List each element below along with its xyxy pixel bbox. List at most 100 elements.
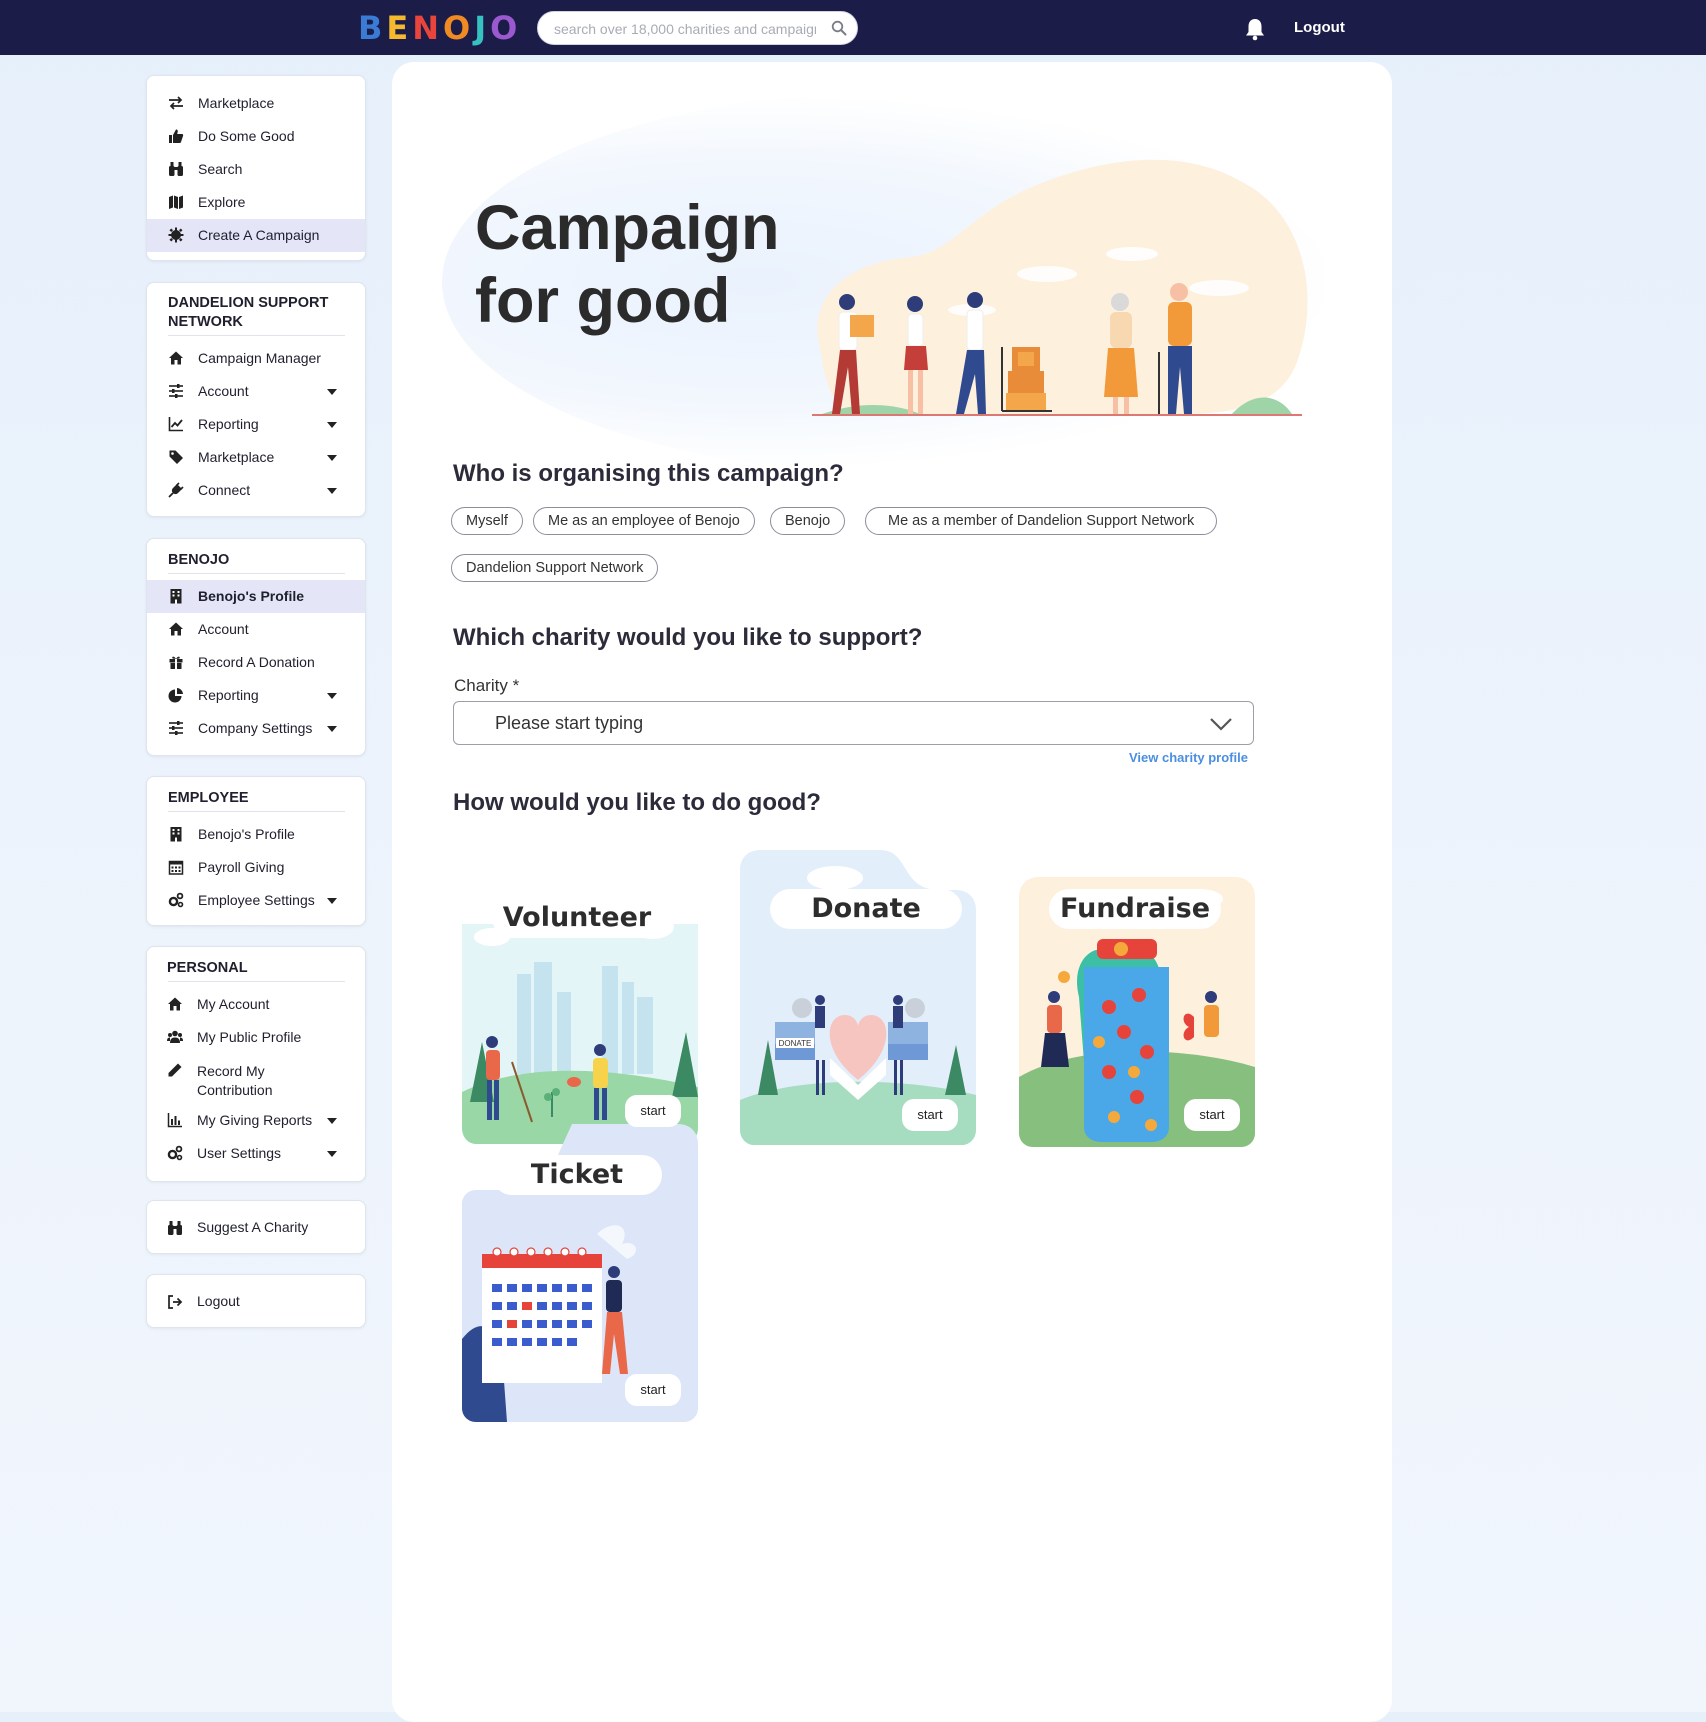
caret-down-icon[interactable] bbox=[327, 1118, 337, 1124]
nav-item-search[interactable]: Search bbox=[147, 153, 365, 186]
caret-down-icon[interactable] bbox=[327, 693, 337, 699]
benojo-logo[interactable]: BENOJO bbox=[358, 9, 521, 47]
sidebar-item-connect[interactable]: Connect bbox=[147, 474, 365, 507]
tile-title: Ticket bbox=[492, 1155, 662, 1195]
sidebar-item-company-settings[interactable]: Company Settings bbox=[147, 712, 365, 745]
logout-link[interactable]: Logout bbox=[1294, 19, 1345, 36]
organiser-chip-employee[interactable]: Me as an employee of Benojo bbox=[533, 507, 755, 535]
pencil-icon bbox=[168, 1063, 182, 1077]
pie-chart-icon bbox=[168, 688, 183, 703]
gift-icon bbox=[169, 656, 183, 669]
divider bbox=[168, 573, 345, 574]
charity-select[interactable]: Please start typing bbox=[453, 701, 1254, 745]
caret-down-icon[interactable] bbox=[327, 1151, 337, 1157]
charity-field-label: Charity * bbox=[454, 676, 520, 695]
sidebar-item-reporting[interactable]: Reporting bbox=[147, 408, 365, 441]
sidebar-item-my-giving-reports[interactable]: My Giving Reports bbox=[147, 1104, 365, 1137]
sidebar-item-label: Benojo's Profile bbox=[198, 826, 295, 842]
bell-icon[interactable] bbox=[1244, 17, 1266, 41]
building-icon bbox=[170, 589, 182, 604]
main-nav-card: Marketplace Do Some Good Search Explore … bbox=[146, 75, 366, 261]
caret-down-icon[interactable] bbox=[327, 455, 337, 461]
nav-item-label: Explore bbox=[198, 194, 246, 210]
chevron-down-icon[interactable] bbox=[1209, 714, 1233, 734]
tile-title: Donate bbox=[770, 889, 962, 929]
sidebar-item-label: My Account bbox=[197, 996, 270, 1012]
tag-icon bbox=[169, 450, 183, 464]
sidebar-item-reporting[interactable]: Reporting bbox=[147, 679, 365, 712]
nav-item-create-campaign[interactable]: Create A Campaign bbox=[147, 219, 365, 252]
cogs-icon bbox=[167, 1145, 183, 1161]
fundraise-tile[interactable]: Fundraise start bbox=[1019, 877, 1255, 1147]
organiser-chip-benojo[interactable]: Benojo bbox=[770, 507, 846, 535]
caret-down-icon[interactable] bbox=[327, 726, 337, 732]
benojo-card: BENOJO Benojo's Profile Account Record A… bbox=[146, 538, 366, 756]
sidebar-item-benojo-profile[interactable]: Benojo's Profile bbox=[147, 818, 365, 851]
nav-item-marketplace[interactable]: Marketplace bbox=[147, 87, 365, 120]
nav-item-do-some-good[interactable]: Do Some Good bbox=[147, 120, 365, 153]
start-button[interactable]: start bbox=[625, 1095, 681, 1127]
ticket-tile[interactable]: Ticket start bbox=[462, 1124, 698, 1422]
logout-label: Logout bbox=[197, 1293, 240, 1309]
donate-tile[interactable]: DONATE Donate start bbox=[740, 850, 976, 1145]
employee-card: EMPLOYEE Benojo's Profile Payroll Giving… bbox=[146, 776, 366, 926]
organiser-chip-member[interactable]: Me as a member of Dandelion Support Netw… bbox=[865, 507, 1218, 535]
logo-letter: B bbox=[358, 9, 387, 47]
suggest-charity-card[interactable]: Suggest A Charity bbox=[146, 1200, 366, 1254]
bar-chart-icon bbox=[167, 1113, 182, 1128]
tile-title: Volunteer bbox=[492, 898, 662, 938]
sidebar-item-record-contribution[interactable]: Record My Contribution bbox=[147, 1054, 365, 1104]
search-bar bbox=[537, 11, 858, 45]
card-title: BENOJO bbox=[168, 552, 230, 568]
start-button[interactable]: start bbox=[1184, 1099, 1240, 1131]
sidebar-item-label: Reporting bbox=[198, 687, 259, 703]
sidebar-item-campaign-manager[interactable]: Campaign Manager bbox=[147, 342, 365, 375]
tile-title: Fundraise bbox=[1049, 889, 1221, 929]
donate-sign-text: DONATE bbox=[779, 1039, 812, 1048]
logo-letter: O bbox=[443, 9, 475, 47]
nav-item-label: Create A Campaign bbox=[198, 227, 320, 243]
binoculars-icon bbox=[169, 162, 183, 176]
nav-item-label: Do Some Good bbox=[198, 128, 295, 144]
home-icon bbox=[168, 997, 182, 1011]
sidebar-item-account[interactable]: Account bbox=[147, 613, 365, 646]
caret-down-icon[interactable] bbox=[327, 422, 337, 428]
sidebar-item-my-account[interactable]: My Account bbox=[147, 988, 365, 1021]
card-title: PERSONAL bbox=[167, 960, 248, 976]
nav-item-explore[interactable]: Explore bbox=[147, 186, 365, 219]
thumbs-up-icon bbox=[169, 129, 184, 143]
line-chart-icon bbox=[168, 417, 183, 432]
divider bbox=[168, 981, 345, 982]
sidebar-item-payroll-giving[interactable]: Payroll Giving bbox=[147, 851, 365, 884]
cogs-icon bbox=[168, 892, 184, 908]
caret-down-icon[interactable] bbox=[327, 389, 337, 395]
organiser-chip-dandelion[interactable]: Dandelion Support Network bbox=[451, 554, 659, 582]
search-input[interactable] bbox=[552, 19, 818, 39]
sidebar-item-label: Company Settings bbox=[198, 720, 313, 736]
hero-title: Campaign for good bbox=[475, 193, 780, 336]
sidebar-item-record-donation[interactable]: Record A Donation bbox=[147, 646, 365, 679]
search-icon[interactable] bbox=[831, 20, 847, 36]
view-charity-profile-link[interactable]: View charity profile bbox=[1129, 750, 1248, 765]
sidebar-item-account[interactable]: Account bbox=[147, 375, 365, 408]
caret-down-icon[interactable] bbox=[327, 488, 337, 494]
sidebar-item-my-public-profile[interactable]: My Public Profile bbox=[147, 1021, 365, 1054]
binoculars-icon bbox=[168, 1221, 182, 1235]
sidebar-item-marketplace[interactable]: Marketplace bbox=[147, 441, 365, 474]
how-question: How would you like to do good? bbox=[453, 789, 821, 816]
start-button[interactable]: start bbox=[902, 1099, 958, 1131]
nav-item-label: Marketplace bbox=[198, 95, 275, 111]
logout-card[interactable]: Logout bbox=[146, 1274, 366, 1328]
sidebar-item-label: My Public Profile bbox=[197, 1029, 302, 1045]
volunteer-tile[interactable]: Volunteer start bbox=[462, 862, 698, 1144]
sliders-icon bbox=[169, 721, 183, 735]
building-icon bbox=[170, 827, 182, 842]
caret-down-icon[interactable] bbox=[327, 898, 337, 904]
organiser-chip-myself[interactable]: Myself bbox=[451, 507, 523, 535]
start-button[interactable]: start bbox=[625, 1374, 681, 1406]
sidebar-item-benojo-profile[interactable]: Benojo's Profile bbox=[147, 580, 365, 613]
sidebar-item-user-settings[interactable]: User Settings bbox=[147, 1137, 365, 1170]
exchange-icon bbox=[169, 96, 183, 110]
sliders-icon bbox=[169, 384, 183, 398]
sidebar-item-employee-settings[interactable]: Employee Settings bbox=[147, 884, 365, 917]
